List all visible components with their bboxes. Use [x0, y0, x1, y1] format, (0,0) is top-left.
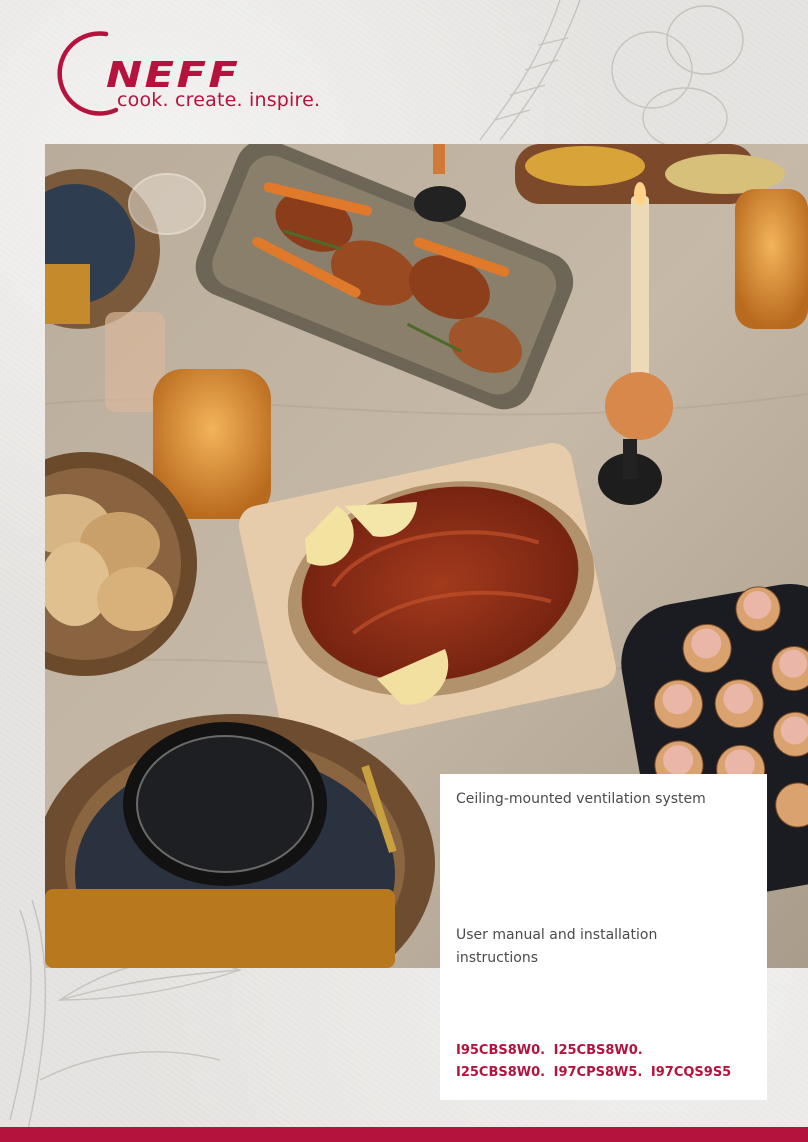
model-line-1: I95CBS8W0. I25CBS8W0.: [456, 1043, 643, 1058]
model-line-2: I25CBS8W0. I97CPS8W5. I97CQS9S5: [456, 1065, 732, 1080]
info-panel: Ceiling-mounted ventilation system User …: [440, 774, 767, 1100]
vegetable-sketch-top-icon: [479, 0, 744, 149]
neff-logo: NEFF cook. create. inspire.: [44, 28, 344, 118]
bottom-accent-bar: [0, 1127, 808, 1142]
brand-tagline: cook. create. inspire.: [117, 89, 321, 111]
document-title: Ceiling-mounted ventilation system: [456, 791, 706, 807]
model-list: I95CBS8W0. I25CBS8W0. I25CBS8W0. I97CPS8…: [456, 1040, 761, 1084]
document-subtitle: User manual and installation instruction…: [456, 927, 658, 966]
